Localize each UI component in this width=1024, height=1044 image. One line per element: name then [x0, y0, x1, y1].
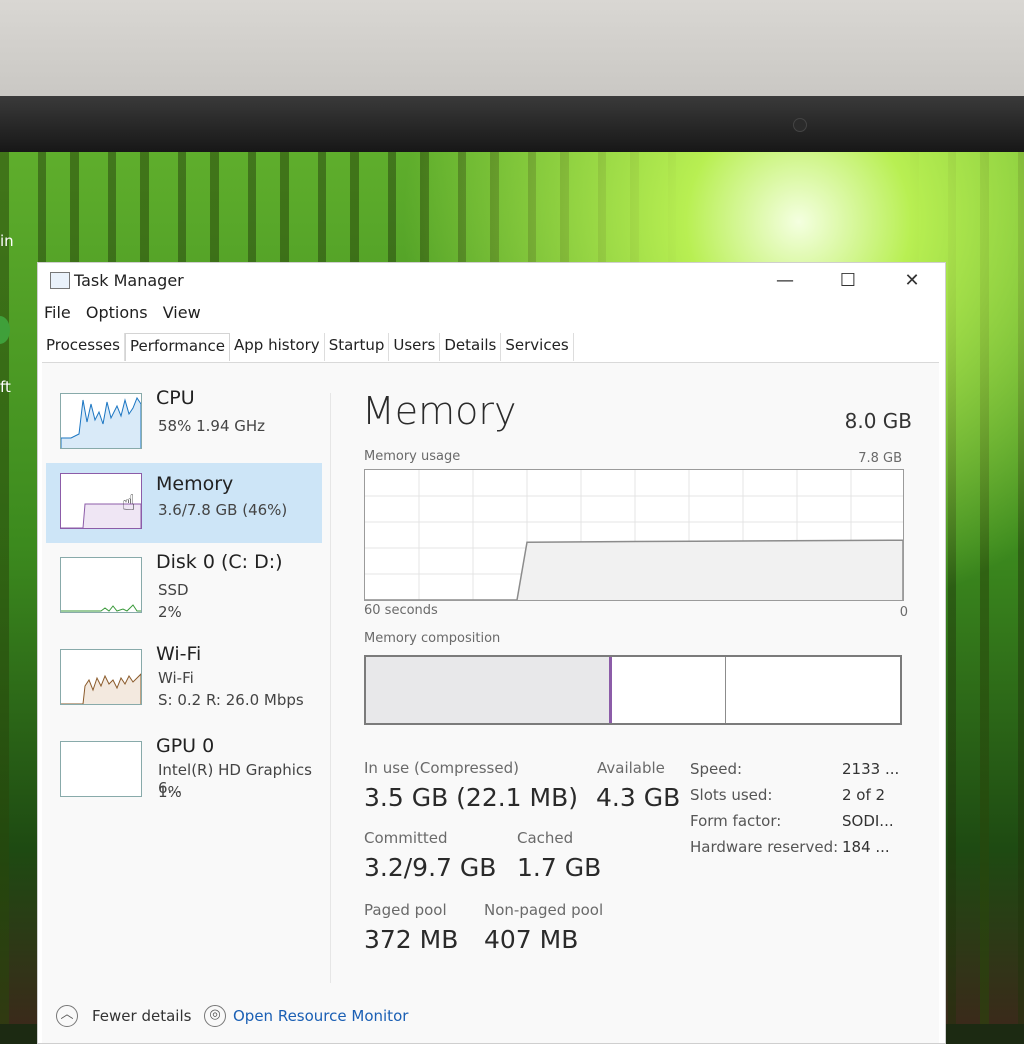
sidebar-item-gpu-usage: 1%	[158, 783, 182, 801]
graph-time-right: 0	[899, 605, 908, 620]
memory-composition-bar	[364, 655, 902, 725]
sidebar-item-gpu[interactable]: GPU 0 Intel(R) HD Graphics 6... 1%	[46, 731, 322, 811]
cached-label: Cached	[517, 829, 574, 847]
task-manager-icon	[50, 272, 70, 289]
spec-slots-value: 2 of 2	[842, 786, 886, 804]
non-paged-pool-value: 407 MB	[484, 925, 579, 954]
spec-speed-label: Speed:	[690, 760, 743, 778]
wifi-thumbnail-graph	[60, 649, 142, 705]
sidebar-item-disk[interactable]: Disk 0 (C: D:) SSD 2%	[46, 547, 322, 627]
cached-value: 1.7 GB	[517, 853, 602, 882]
committed-value: 3.2/9.7 GB	[364, 853, 497, 882]
desktop-label-partial-2: ft	[0, 378, 11, 396]
committed-label: Committed	[364, 829, 448, 847]
memory-composition-label: Memory composition	[364, 631, 501, 646]
sidebar-item-cpu[interactable]: CPU 58% 1.94 GHz	[46, 383, 322, 463]
memory-detail-pane: Memory 8.0 GB Memory usage 7.8 GB 60 sec…	[360, 363, 920, 1043]
memory-total: 8.0 GB	[844, 409, 912, 433]
sidebar-item-wifi-rates: S: 0.2 R: 26.0 Mbps	[158, 691, 304, 709]
tab-startup[interactable]: Startup	[325, 333, 390, 361]
composition-free	[726, 657, 900, 723]
disk-thumbnail-graph	[60, 557, 142, 613]
monitor-bezel-frame	[0, 96, 1024, 154]
available-value: 4.3 GB	[596, 783, 681, 812]
sidebar-item-disk-usage: 2%	[158, 603, 182, 621]
graph-time-left: 60 seconds	[364, 603, 438, 618]
spec-hardware-reserved-value: 184 ...	[842, 838, 890, 856]
tab-bar: Processes Performance App history Startu…	[42, 333, 574, 361]
paged-pool-label: Paged pool	[364, 901, 447, 919]
sidebar-item-gpu-model: Intel(R) HD Graphics 6...	[158, 761, 312, 797]
spec-hardware-reserved-label: Hardware reserved:	[690, 838, 839, 856]
page-title: Memory	[362, 389, 517, 433]
minimize-button[interactable]: —	[770, 269, 800, 293]
in-use-label: In use (Compressed)	[364, 759, 519, 777]
available-label: Available	[597, 759, 665, 777]
tab-users[interactable]: Users	[389, 333, 441, 361]
tab-processes[interactable]: Processes	[42, 333, 125, 361]
sidebar-item-wifi[interactable]: Wi-Fi Wi-Fi S: 0.2 R: 26.0 Mbps	[46, 639, 322, 719]
cpu-thumbnail-graph	[60, 393, 142, 449]
memory-usage-max: 7.8 GB	[858, 451, 902, 466]
spec-slots-label: Slots used:	[690, 786, 773, 804]
sidebar-item-cpu-name: CPU	[156, 387, 195, 409]
sidebar-item-disk-name: Disk 0 (C: D:)	[156, 551, 283, 573]
window-title: Task Manager	[74, 271, 184, 290]
tab-services[interactable]: Services	[501, 333, 574, 361]
monitor-bezel-top	[0, 0, 1024, 100]
sidebar-item-wifi-name: Wi-Fi	[156, 643, 202, 665]
sidebar-item-cpu-detail: 58% 1.94 GHz	[158, 417, 266, 435]
menu-file[interactable]: File	[44, 303, 71, 322]
tab-performance[interactable]: Performance	[124, 333, 231, 361]
menu-options[interactable]: Options	[86, 303, 148, 322]
composition-modified-standby	[612, 657, 726, 723]
tab-details[interactable]: Details	[440, 333, 502, 361]
paged-pool-value: 372 MB	[364, 925, 459, 954]
memory-usage-graph	[364, 469, 904, 601]
task-manager-window: Task Manager — ☐ ✕ File Options View Pro…	[37, 262, 946, 1044]
open-resource-monitor-link[interactable]: Open Resource Monitor	[233, 1007, 408, 1025]
spec-form-factor-label: Form factor:	[690, 812, 782, 830]
resource-sidebar: CPU 58% 1.94 GHz Memory 3.6/7.8 GB (46%)…	[42, 363, 326, 1043]
composition-in-use	[366, 657, 612, 723]
gpu-thumbnail-graph	[60, 741, 142, 797]
non-paged-pool-label: Non-paged pool	[484, 901, 604, 919]
sidebar-item-memory[interactable]: Memory 3.6/7.8 GB (46%) ☝	[46, 463, 322, 543]
hand-cursor-icon: ☝	[122, 491, 136, 516]
menu-bar: File Options View	[44, 303, 211, 322]
tab-app-history[interactable]: App history	[230, 333, 325, 361]
sidebar-item-wifi-adapter: Wi-Fi	[158, 669, 194, 687]
fewer-details-link[interactable]: Fewer details	[92, 1007, 191, 1025]
desktop-label-partial-1: in	[0, 232, 14, 250]
sidebar-item-memory-name: Memory	[156, 473, 234, 495]
webcam	[793, 118, 807, 132]
sidebar-item-disk-type: SSD	[158, 581, 189, 599]
sidebar-item-memory-detail: 3.6/7.8 GB (46%)	[158, 501, 288, 519]
performance-panel: CPU 58% 1.94 GHz Memory 3.6/7.8 GB (46%)…	[42, 363, 939, 1043]
title-bar[interactable]: Task Manager — ☐ ✕	[38, 263, 945, 297]
close-button[interactable]: ✕	[897, 269, 927, 293]
in-use-value: 3.5 GB (22.1 MB)	[364, 783, 579, 812]
menu-view[interactable]: View	[163, 303, 201, 322]
memory-usage-label: Memory usage	[364, 449, 461, 464]
spec-speed-value: 2133 ...	[842, 760, 900, 778]
spec-form-factor-value: SODI...	[842, 812, 894, 830]
sidebar-item-gpu-name: GPU 0	[156, 735, 215, 757]
maximize-button[interactable]: ☐	[833, 269, 863, 293]
sidebar-divider	[330, 393, 331, 983]
